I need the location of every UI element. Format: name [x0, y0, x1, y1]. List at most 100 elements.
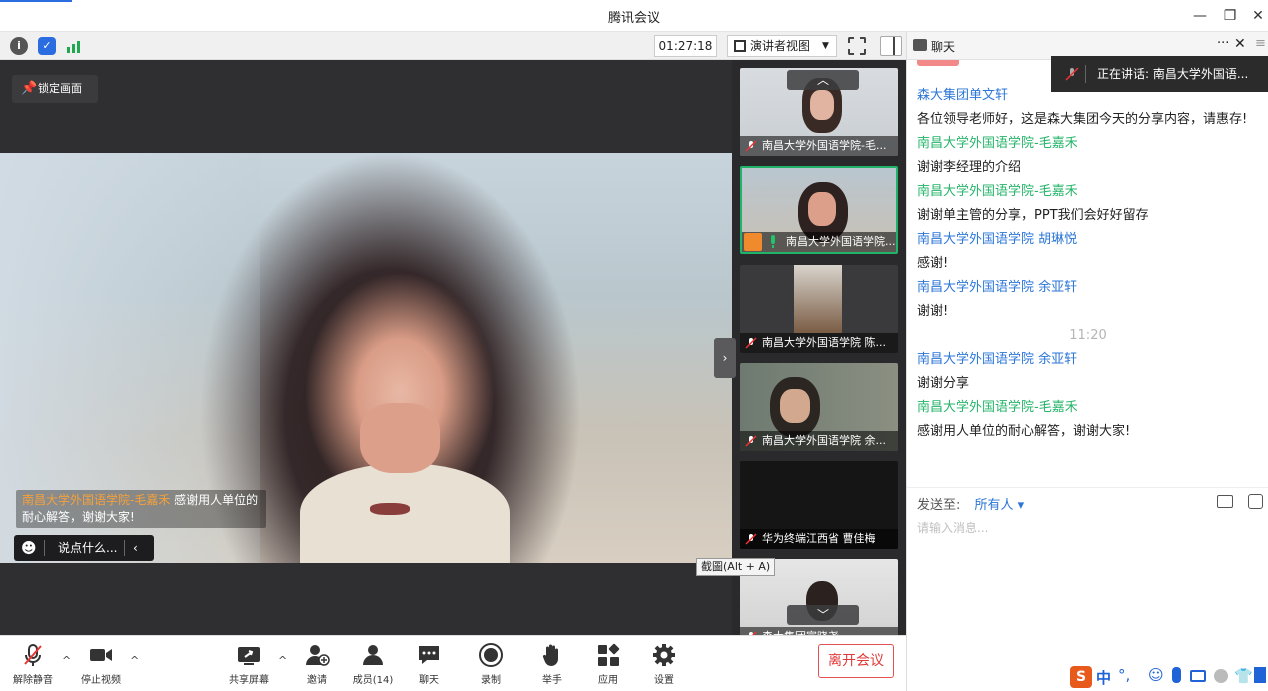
subtitle-speaker: 南昌大学外国语学院-毛嘉禾 — [22, 493, 171, 507]
chat-input[interactable]: 请输入消息... — [917, 519, 988, 536]
mic-muted-icon — [745, 435, 757, 447]
live-subtitle: 南昌大学外国语学院-毛嘉禾 感谢用人单位的耐心解答，谢谢大家! — [16, 490, 266, 528]
message-text: 谢谢分享 — [917, 376, 970, 391]
message-text: 感谢用人单位的耐心解答，谢谢大家! — [917, 424, 1131, 439]
message-sender: 森大集团单文轩 — [917, 88, 1009, 103]
record-icon — [479, 643, 503, 667]
fullscreen-icon[interactable] — [848, 37, 866, 55]
invite-button[interactable]: 邀请 — [292, 642, 342, 686]
audio-options-caret[interactable]: ^ — [62, 654, 71, 667]
lock-view-button[interactable]: 📌 锁定画面 — [12, 75, 98, 103]
view-selector[interactable]: 演讲者视图 ▼ — [727, 35, 837, 57]
chat-icon — [419, 646, 439, 664]
message-sender: 南昌大学外国语学院 余亚轩 — [917, 352, 1078, 367]
lock-view-label: 锁定画面 — [38, 82, 82, 95]
toolbox-icon[interactable] — [1254, 667, 1266, 683]
members-button[interactable]: 成员(14) — [348, 642, 398, 686]
message-text: 各位领导老师好，这是森大集团今天的分享内容，请惠存! — [917, 112, 1248, 127]
chevron-down-icon: ﹀ — [816, 608, 829, 622]
sidebar-toggle-icon[interactable] — [880, 36, 902, 56]
send-to-selector[interactable]: 所有人 ▾ — [975, 498, 1025, 513]
collapse-strip-button[interactable]: › — [714, 338, 736, 378]
punctuation-icon[interactable]: °, — [1118, 666, 1130, 684]
meeting-timer: 01:27:18 — [654, 35, 717, 57]
settings-button[interactable]: 设置 — [639, 642, 689, 686]
message-text: 感谢! — [917, 256, 949, 271]
mic-muted-icon — [1065, 67, 1079, 81]
user-icon[interactable] — [1214, 669, 1228, 683]
apps-button[interactable]: 应用 — [583, 642, 633, 686]
chat-message: 南昌大学外国语学院 余亚轩 谢谢! — [917, 276, 1259, 324]
chevron-right-icon: › — [722, 351, 728, 365]
chevron-down-icon: ▼ — [822, 41, 829, 51]
bottom-control-bar: 解除静音 ^ 停止视频 ^ 共享屏幕 ^ 邀请 成员(14) 聊天 录制 举手 … — [0, 635, 906, 691]
participant-tile-active[interactable]: 南昌大学外国语学院... — [740, 166, 898, 254]
title-bar: 腾讯会议 — ❐ ✕ — [0, 0, 1268, 32]
mouth-shape — [370, 503, 410, 515]
hand-icon — [542, 644, 558, 666]
chat-messages: 森大集团单文轩各位领导老师好，这是森大集团今天的分享内容，请惠存! 南昌大学外国… — [917, 84, 1259, 444]
participant-name: 南昌大学外国语学院-毛... — [740, 136, 898, 156]
quick-chat-placeholder: 说点什么... — [58, 541, 118, 555]
mic-muted-icon — [24, 644, 42, 666]
active-tab-indicator — [0, 0, 72, 2]
record-button[interactable]: 录制 — [466, 642, 516, 686]
message-text: 谢谢单主管的分享，PPT我们会好好留存 — [917, 208, 1149, 223]
raise-hand-button[interactable]: 举手 — [527, 642, 577, 686]
folder-icon[interactable] — [1217, 495, 1233, 508]
chat-message: 南昌大学外国语学院 胡琳悦 感谢! — [917, 228, 1259, 276]
restore-icon[interactable]: ❐ — [1218, 4, 1242, 28]
chat-message: 南昌大学外国语学院 余亚轩 谢谢分享 — [917, 348, 1259, 396]
close-icon[interactable]: ✕ — [1246, 4, 1268, 28]
quick-chat-bar[interactable]: ☻ 说点什么... ‹ — [14, 535, 154, 561]
minimize-icon[interactable]: — — [1188, 4, 1212, 28]
message-sender: 南昌大学外国语学院 胡琳悦 — [917, 232, 1078, 247]
scroll-up-button[interactable]: ︿ — [787, 70, 859, 90]
share-options-caret[interactable]: ^ — [278, 654, 287, 667]
menu-icon[interactable]: ≡ — [1255, 36, 1266, 51]
participant-tile[interactable]: 南昌大学外国语学院 余... — [740, 363, 898, 451]
signal-icon[interactable] — [66, 38, 84, 54]
host-icon — [744, 233, 762, 251]
layout-icon — [734, 40, 746, 52]
info-icon[interactable]: i — [10, 37, 28, 55]
chat-message: 南昌大学外国语学院-毛嘉禾谢谢单主管的分享，PPT我们会好好留存 — [917, 180, 1259, 228]
send-to-label: 发送至: — [917, 498, 961, 513]
participant-tile[interactable]: 南昌大学外国语学院 陈... — [740, 265, 898, 353]
skin-icon[interactable]: 👕 — [1234, 667, 1253, 685]
message-sender: 南昌大学外国语学院 余亚轩 — [917, 280, 1078, 295]
message-sender: 南昌大学外国语学院-毛嘉禾 — [917, 184, 1078, 199]
emoji-icon[interactable]: ☻ — [21, 535, 37, 561]
share-screen-button[interactable]: 共享屏幕 — [224, 642, 274, 686]
participant-tile[interactable]: 华为终端江西省 曹佳梅 — [740, 461, 898, 549]
sogou-logo-icon[interactable]: S — [1070, 666, 1092, 688]
participant-strip: 南昌大学外国语学院-毛... 南昌大学外国语学院... 南昌大学外国语学院 陈.… — [732, 60, 906, 647]
window-title: 腾讯会议 — [607, 11, 660, 26]
mic-muted-icon — [745, 337, 757, 349]
document-icon[interactable] — [1248, 494, 1263, 509]
message-text: 谢谢! — [917, 304, 949, 319]
voice-input-icon[interactable] — [1172, 667, 1181, 683]
chevron-left-icon[interactable]: ‹ — [133, 535, 138, 561]
message-sender: 南昌大学外国语学院-毛嘉禾 — [917, 400, 1078, 415]
chat-message: 南昌大学外国语学院-毛嘉禾 谢谢李经理的介绍 — [917, 132, 1259, 180]
emoji-icon[interactable]: ☺ — [1148, 666, 1164, 684]
close-chat-icon[interactable]: ✕ — [1234, 36, 1246, 52]
unmute-button[interactable]: 解除静音 — [8, 642, 58, 686]
speaking-text: 正在讲话: 南昌大学外国语... — [1097, 67, 1249, 81]
stop-video-button[interactable]: 停止视频 — [76, 642, 126, 686]
video-options-caret[interactable]: ^ — [130, 654, 139, 667]
scroll-down-button[interactable]: ﹀ — [787, 605, 859, 625]
message-text: 谢谢李经理的介绍 — [917, 160, 1022, 175]
shield-icon[interactable]: ✓ — [38, 37, 56, 55]
leave-meeting-button[interactable]: 离开会议 — [818, 644, 894, 678]
ime-language[interactable]: 中 — [1096, 667, 1111, 688]
keyboard-icon[interactable] — [1190, 670, 1206, 682]
more-icon[interactable]: ··· — [1217, 36, 1229, 51]
chat-message: 南昌大学外国语学院-毛嘉禾感谢用人单位的耐心解答，谢谢大家! — [917, 396, 1259, 444]
video-camera-icon — [90, 649, 112, 661]
apps-grid-icon — [598, 643, 620, 666]
chat-button[interactable]: 聊天 — [404, 642, 454, 686]
mic-active-icon — [771, 235, 775, 248]
message-sender: 南昌大学外国语学院-毛嘉禾 — [917, 136, 1078, 151]
